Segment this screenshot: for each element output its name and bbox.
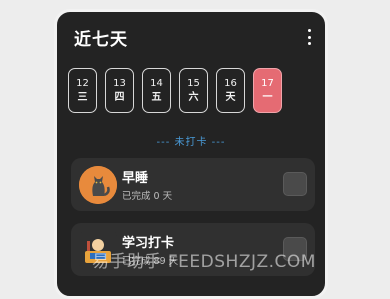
day-weekday: 六 — [188, 91, 199, 103]
cat-avatar-icon — [79, 166, 117, 204]
day-number: 12 — [76, 77, 89, 89]
day-weekday: 五 — [151, 91, 162, 103]
habit-name: 早睡 — [122, 171, 149, 186]
day-weekday: 三 — [77, 91, 88, 103]
day-12[interactable]: 12 三 — [68, 68, 97, 113]
day-weekday: 天 — [225, 91, 236, 103]
day-number: 16 — [224, 77, 237, 89]
day-selector: 12 三 13 四 14 五 15 六 16 天 17 一 — [68, 68, 282, 113]
day-15[interactable]: 15 六 — [179, 68, 208, 113]
day-number: 15 — [187, 77, 200, 89]
habit-item-early-sleep[interactable]: 早睡 已完成 0 天 — [71, 158, 315, 211]
watermark-text: 易手助手 FEEDSHZJZ.COM — [92, 252, 316, 272]
day-number: 17 — [261, 77, 274, 89]
day-17-selected[interactable]: 17 一 — [253, 68, 282, 113]
card-title: 近七天 — [74, 30, 128, 50]
day-number: 13 — [113, 77, 126, 89]
day-weekday: 四 — [114, 91, 125, 103]
card-header: 近七天 — [57, 12, 325, 62]
day-weekday: 一 — [262, 91, 273, 103]
day-16[interactable]: 16 天 — [216, 68, 245, 113]
habit-status: 已完成 0 天 — [122, 191, 173, 202]
checkin-checkbox[interactable] — [283, 172, 307, 196]
unchecked-section-label: --- 未打卡 --- — [156, 137, 226, 148]
more-vertical-icon[interactable] — [307, 29, 311, 45]
day-14[interactable]: 14 五 — [142, 68, 171, 113]
day-13[interactable]: 13 四 — [105, 68, 134, 113]
day-number: 14 — [150, 77, 163, 89]
